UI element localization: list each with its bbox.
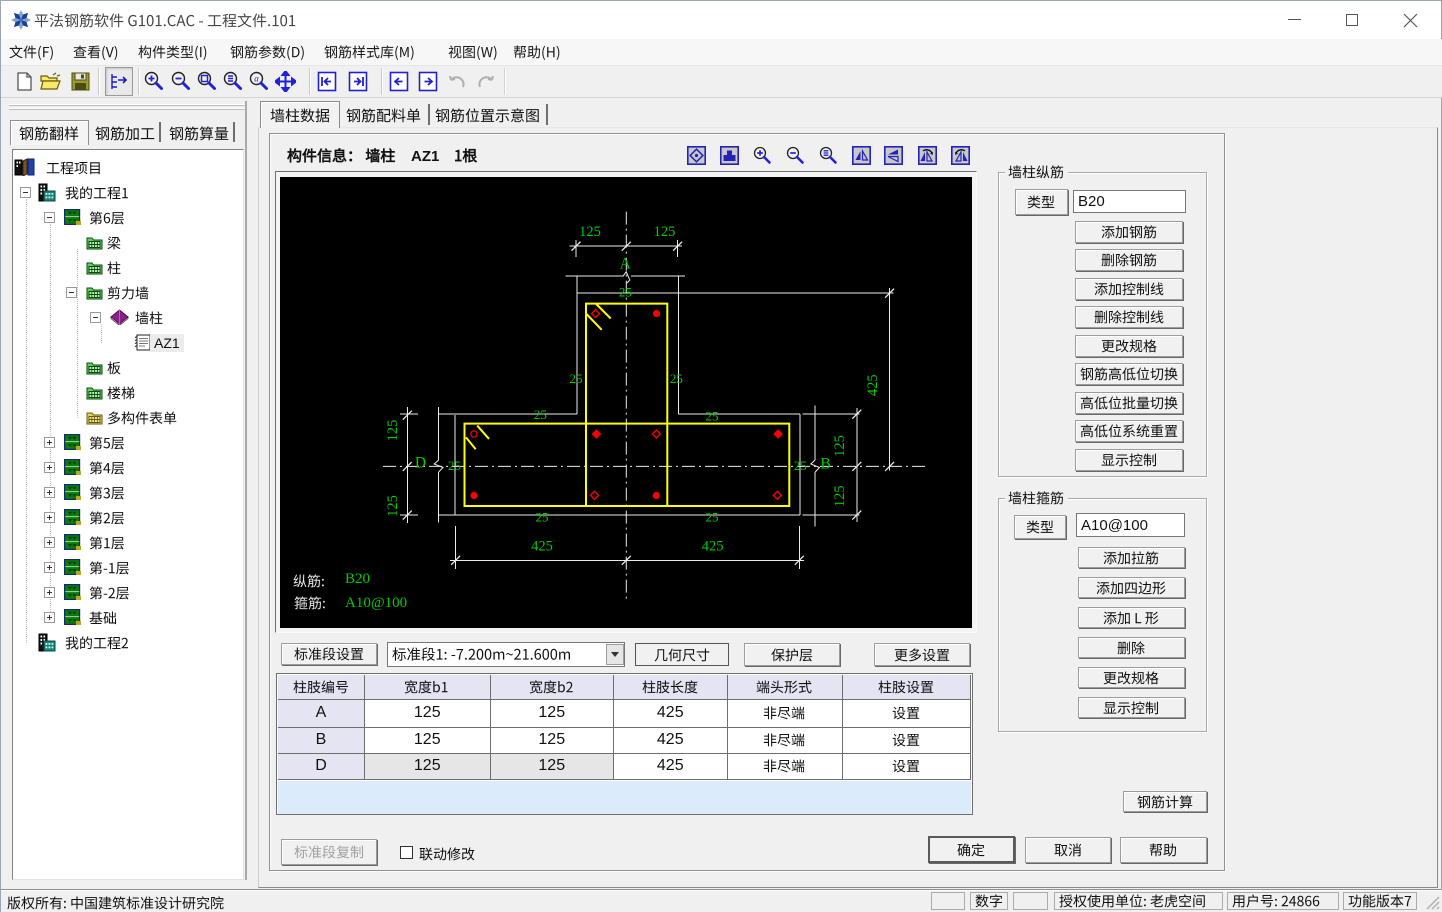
- svg-text:25: 25: [670, 371, 683, 386]
- svg-text:125: 125: [385, 420, 401, 442]
- svg-text:D: D: [415, 454, 426, 471]
- svg-text:425: 425: [531, 539, 553, 555]
- svg-text:25: 25: [706, 409, 719, 424]
- svg-text:425: 425: [702, 539, 724, 555]
- svg-text:125: 125: [385, 495, 401, 517]
- svg-text:125: 125: [832, 485, 848, 507]
- svg-text:A: A: [620, 256, 632, 273]
- svg-text:25: 25: [570, 371, 583, 386]
- svg-text:25: 25: [536, 510, 549, 525]
- svg-text:25: 25: [448, 458, 461, 473]
- svg-text:25: 25: [794, 458, 807, 473]
- svg-text:25: 25: [706, 510, 719, 525]
- svg-text:B: B: [820, 456, 830, 473]
- svg-text:125: 125: [579, 224, 601, 240]
- svg-text:125: 125: [832, 435, 848, 457]
- svg-text:125: 125: [654, 224, 676, 240]
- svg-text:25: 25: [619, 285, 632, 300]
- svg-text:425: 425: [865, 374, 881, 396]
- svg-text:25: 25: [534, 407, 547, 422]
- svg-text:a: a: [254, 74, 259, 84]
